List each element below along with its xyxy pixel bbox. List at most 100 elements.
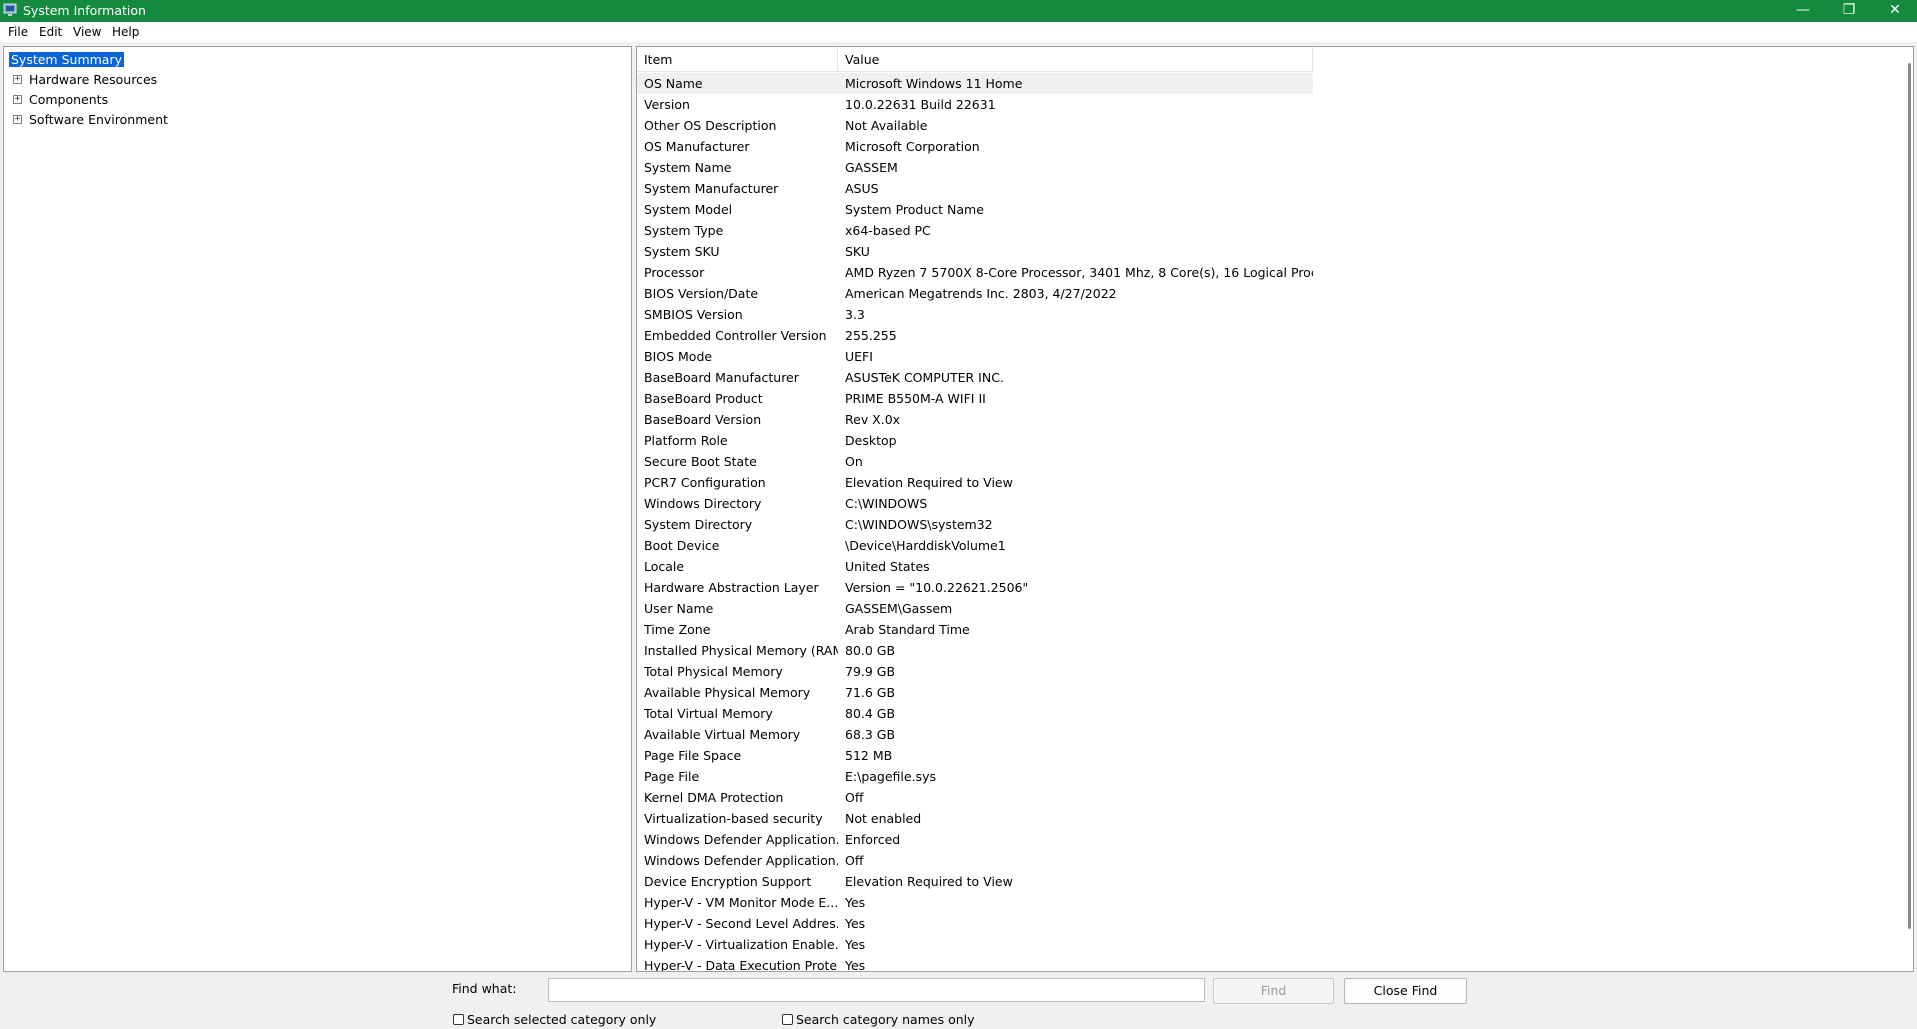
- table-row[interactable]: Hyper-V - Second Level Addres... Yes: [637, 913, 1313, 934]
- expand-icon[interactable]: +: [13, 75, 22, 84]
- window-title: System Information: [23, 3, 146, 18]
- table-row[interactable]: User Name GASSEM\Gassem: [637, 598, 1313, 619]
- row-item-cell: Hyper-V - VM Monitor Mode E...: [644, 895, 838, 910]
- table-row[interactable]: Windows Defender Application... Enforced: [637, 829, 1313, 850]
- row-value-cell: PRIME B550M-A WIFI II: [845, 391, 986, 406]
- expand-icon[interactable]: +: [13, 115, 22, 124]
- table-row[interactable]: BaseBoard Version Rev X.0x: [637, 409, 1313, 430]
- minimize-button[interactable]: —: [1780, 0, 1826, 22]
- table-row[interactable]: Kernel DMA Protection Off: [637, 787, 1313, 808]
- row-value-cell: GASSEM\Gassem: [845, 601, 953, 616]
- table-row[interactable]: Windows Defender Application... Off: [637, 850, 1313, 871]
- table-row[interactable]: BaseBoard Manufacturer ASUSTeK COMPUTER I…: [637, 367, 1313, 388]
- table-row[interactable]: Available Physical Memory 71.6 GB: [637, 682, 1313, 703]
- checkbox-label: Search selected category only: [467, 1012, 657, 1027]
- table-row[interactable]: OS Manufacturer Microsoft Corporation: [637, 136, 1313, 157]
- table-row[interactable]: BaseBoard Product PRIME B550M-A WIFI II: [637, 388, 1313, 409]
- table-row[interactable]: Version 10.0.22631 Build 22631: [637, 94, 1313, 115]
- table-row[interactable]: System Model System Product Name: [637, 199, 1313, 220]
- find-button[interactable]: Find: [1213, 978, 1334, 1004]
- table-row[interactable]: Platform Role Desktop: [637, 430, 1313, 451]
- table-row[interactable]: Secure Boot State On: [637, 451, 1313, 472]
- row-value-cell: C:\WINDOWS\system32: [845, 517, 993, 532]
- tree-item-hardware-resources[interactable]: Hardware Resources: [29, 71, 157, 89]
- table-row[interactable]: Total Virtual Memory 80.4 GB: [637, 703, 1313, 724]
- table-row[interactable]: OS Name Microsoft Windows 11 Home: [637, 73, 1313, 94]
- table-row[interactable]: SMBIOS Version 3.3: [637, 304, 1313, 325]
- row-item-cell: Version: [644, 97, 690, 112]
- table-row[interactable]: Time Zone Arab Standard Time: [637, 619, 1313, 640]
- category-tree[interactable]: System Summary + Hardware Resources + Co…: [3, 46, 632, 972]
- vertical-scrollbar[interactable]: [1905, 47, 1913, 971]
- table-row[interactable]: Boot Device \Device\HarddiskVolume1: [637, 535, 1313, 556]
- scrollbar-thumb[interactable]: [1908, 63, 1911, 929]
- row-item-cell: OS Manufacturer: [644, 139, 750, 154]
- table-row[interactable]: System SKU SKU: [637, 241, 1313, 262]
- table-row[interactable]: System Manufacturer ASUS: [637, 178, 1313, 199]
- table-row[interactable]: Available Virtual Memory 68.3 GB: [637, 724, 1313, 745]
- table-row[interactable]: Hyper-V - VM Monitor Mode E... Yes: [637, 892, 1313, 913]
- column-header-item[interactable]: Item: [637, 47, 838, 71]
- table-row[interactable]: Processor AMD Ryzen 7 5700X 8-Core Proces…: [637, 262, 1313, 283]
- table-row[interactable]: BIOS Version/Date American Megatrends Inc…: [637, 283, 1313, 304]
- maximize-button[interactable]: ❐: [1826, 0, 1872, 22]
- row-value-cell: Yes: [845, 916, 866, 931]
- row-value-cell: GASSEM: [845, 160, 898, 175]
- table-row[interactable]: Hardware Abstraction Layer Version = "10.…: [637, 577, 1313, 598]
- search-category-names-checkbox[interactable]: Search category names only: [782, 1012, 975, 1028]
- menu-view[interactable]: View: [73, 25, 101, 39]
- search-selected-category-checkbox[interactable]: Search selected category only: [453, 1012, 656, 1028]
- details-list[interactable]: Item Value OS Name Microsoft Windows 11 H…: [636, 46, 1914, 972]
- row-value-cell: United States: [845, 559, 930, 574]
- table-row[interactable]: Page File Space 512 MB: [637, 745, 1313, 766]
- table-row[interactable]: BIOS Mode UEFI: [637, 346, 1313, 367]
- find-input[interactable]: [548, 978, 1205, 1002]
- table-row[interactable]: Embedded Controller Version 255.255: [637, 325, 1313, 346]
- table-row[interactable]: Hyper-V - Data Execution Prote... Yes: [637, 955, 1313, 971]
- tree-item-label: Components: [29, 92, 109, 107]
- row-value-cell: \Device\HarddiskVolume1: [845, 538, 1006, 553]
- tree-item-software-environment[interactable]: Software Environment: [29, 111, 168, 129]
- row-item-cell: BIOS Version/Date: [644, 286, 759, 301]
- row-value-cell: ASUS: [845, 181, 879, 196]
- tree-item-components[interactable]: Components: [29, 91, 108, 109]
- row-value-cell: 3.3: [845, 307, 865, 322]
- row-value-cell: Enforced: [845, 832, 901, 847]
- row-value-cell: 512 MB: [845, 748, 893, 763]
- row-item-cell: Total Virtual Memory: [644, 706, 773, 721]
- table-row[interactable]: Page File E:\pagefile.sys: [637, 766, 1313, 787]
- table-row[interactable]: PCR7 Configuration Elevation Required to …: [637, 472, 1313, 493]
- row-item-cell: Windows Defender Application...: [644, 853, 838, 868]
- checkbox-box[interactable]: [453, 1014, 464, 1025]
- row-value-cell: Microsoft Corporation: [845, 139, 980, 154]
- table-row[interactable]: Device Encryption Support Elevation Requi…: [637, 871, 1313, 892]
- menu-file[interactable]: File: [8, 25, 28, 39]
- table-row[interactable]: Total Physical Memory 79.9 GB: [637, 661, 1313, 682]
- menu-help[interactable]: Help: [112, 25, 139, 39]
- menu-edit[interactable]: Edit: [39, 25, 62, 39]
- row-value-cell: Off: [845, 853, 864, 868]
- row-value-cell: 10.0.22631 Build 22631: [845, 97, 996, 112]
- table-row[interactable]: Locale United States: [637, 556, 1313, 577]
- row-item-cell: System Model: [644, 202, 733, 217]
- row-item-cell: Available Physical Memory: [644, 685, 811, 700]
- close-button[interactable]: ✕: [1872, 0, 1917, 22]
- title-bar[interactable]: System Information — ❐ ✕: [0, 0, 1917, 22]
- table-row[interactable]: System Name GASSEM: [637, 157, 1313, 178]
- expand-icon[interactable]: +: [13, 95, 22, 104]
- table-row[interactable]: System Directory C:\WINDOWS\system32: [637, 514, 1313, 535]
- table-row[interactable]: Installed Physical Memory (RAM) 80.0 GB: [637, 640, 1313, 661]
- table-row[interactable]: Hyper-V - Virtualization Enable... Yes: [637, 934, 1313, 955]
- tree-item-system-summary[interactable]: System Summary: [9, 51, 124, 69]
- checkbox-box[interactable]: [782, 1014, 793, 1025]
- row-value-cell: Yes: [845, 937, 866, 952]
- column-header-value[interactable]: Value: [838, 47, 1313, 71]
- table-row[interactable]: Other OS Description Not Available: [637, 115, 1313, 136]
- row-item-cell: User Name: [644, 601, 714, 616]
- table-row[interactable]: Windows Directory C:\WINDOWS: [637, 493, 1313, 514]
- row-item-cell: Page File: [644, 769, 700, 784]
- close-find-button[interactable]: Close Find: [1344, 978, 1467, 1004]
- table-row[interactable]: System Type x64-based PC: [637, 220, 1313, 241]
- table-row[interactable]: Virtualization-based security Not enabled: [637, 808, 1313, 829]
- row-value-cell: Not Available: [845, 118, 928, 133]
